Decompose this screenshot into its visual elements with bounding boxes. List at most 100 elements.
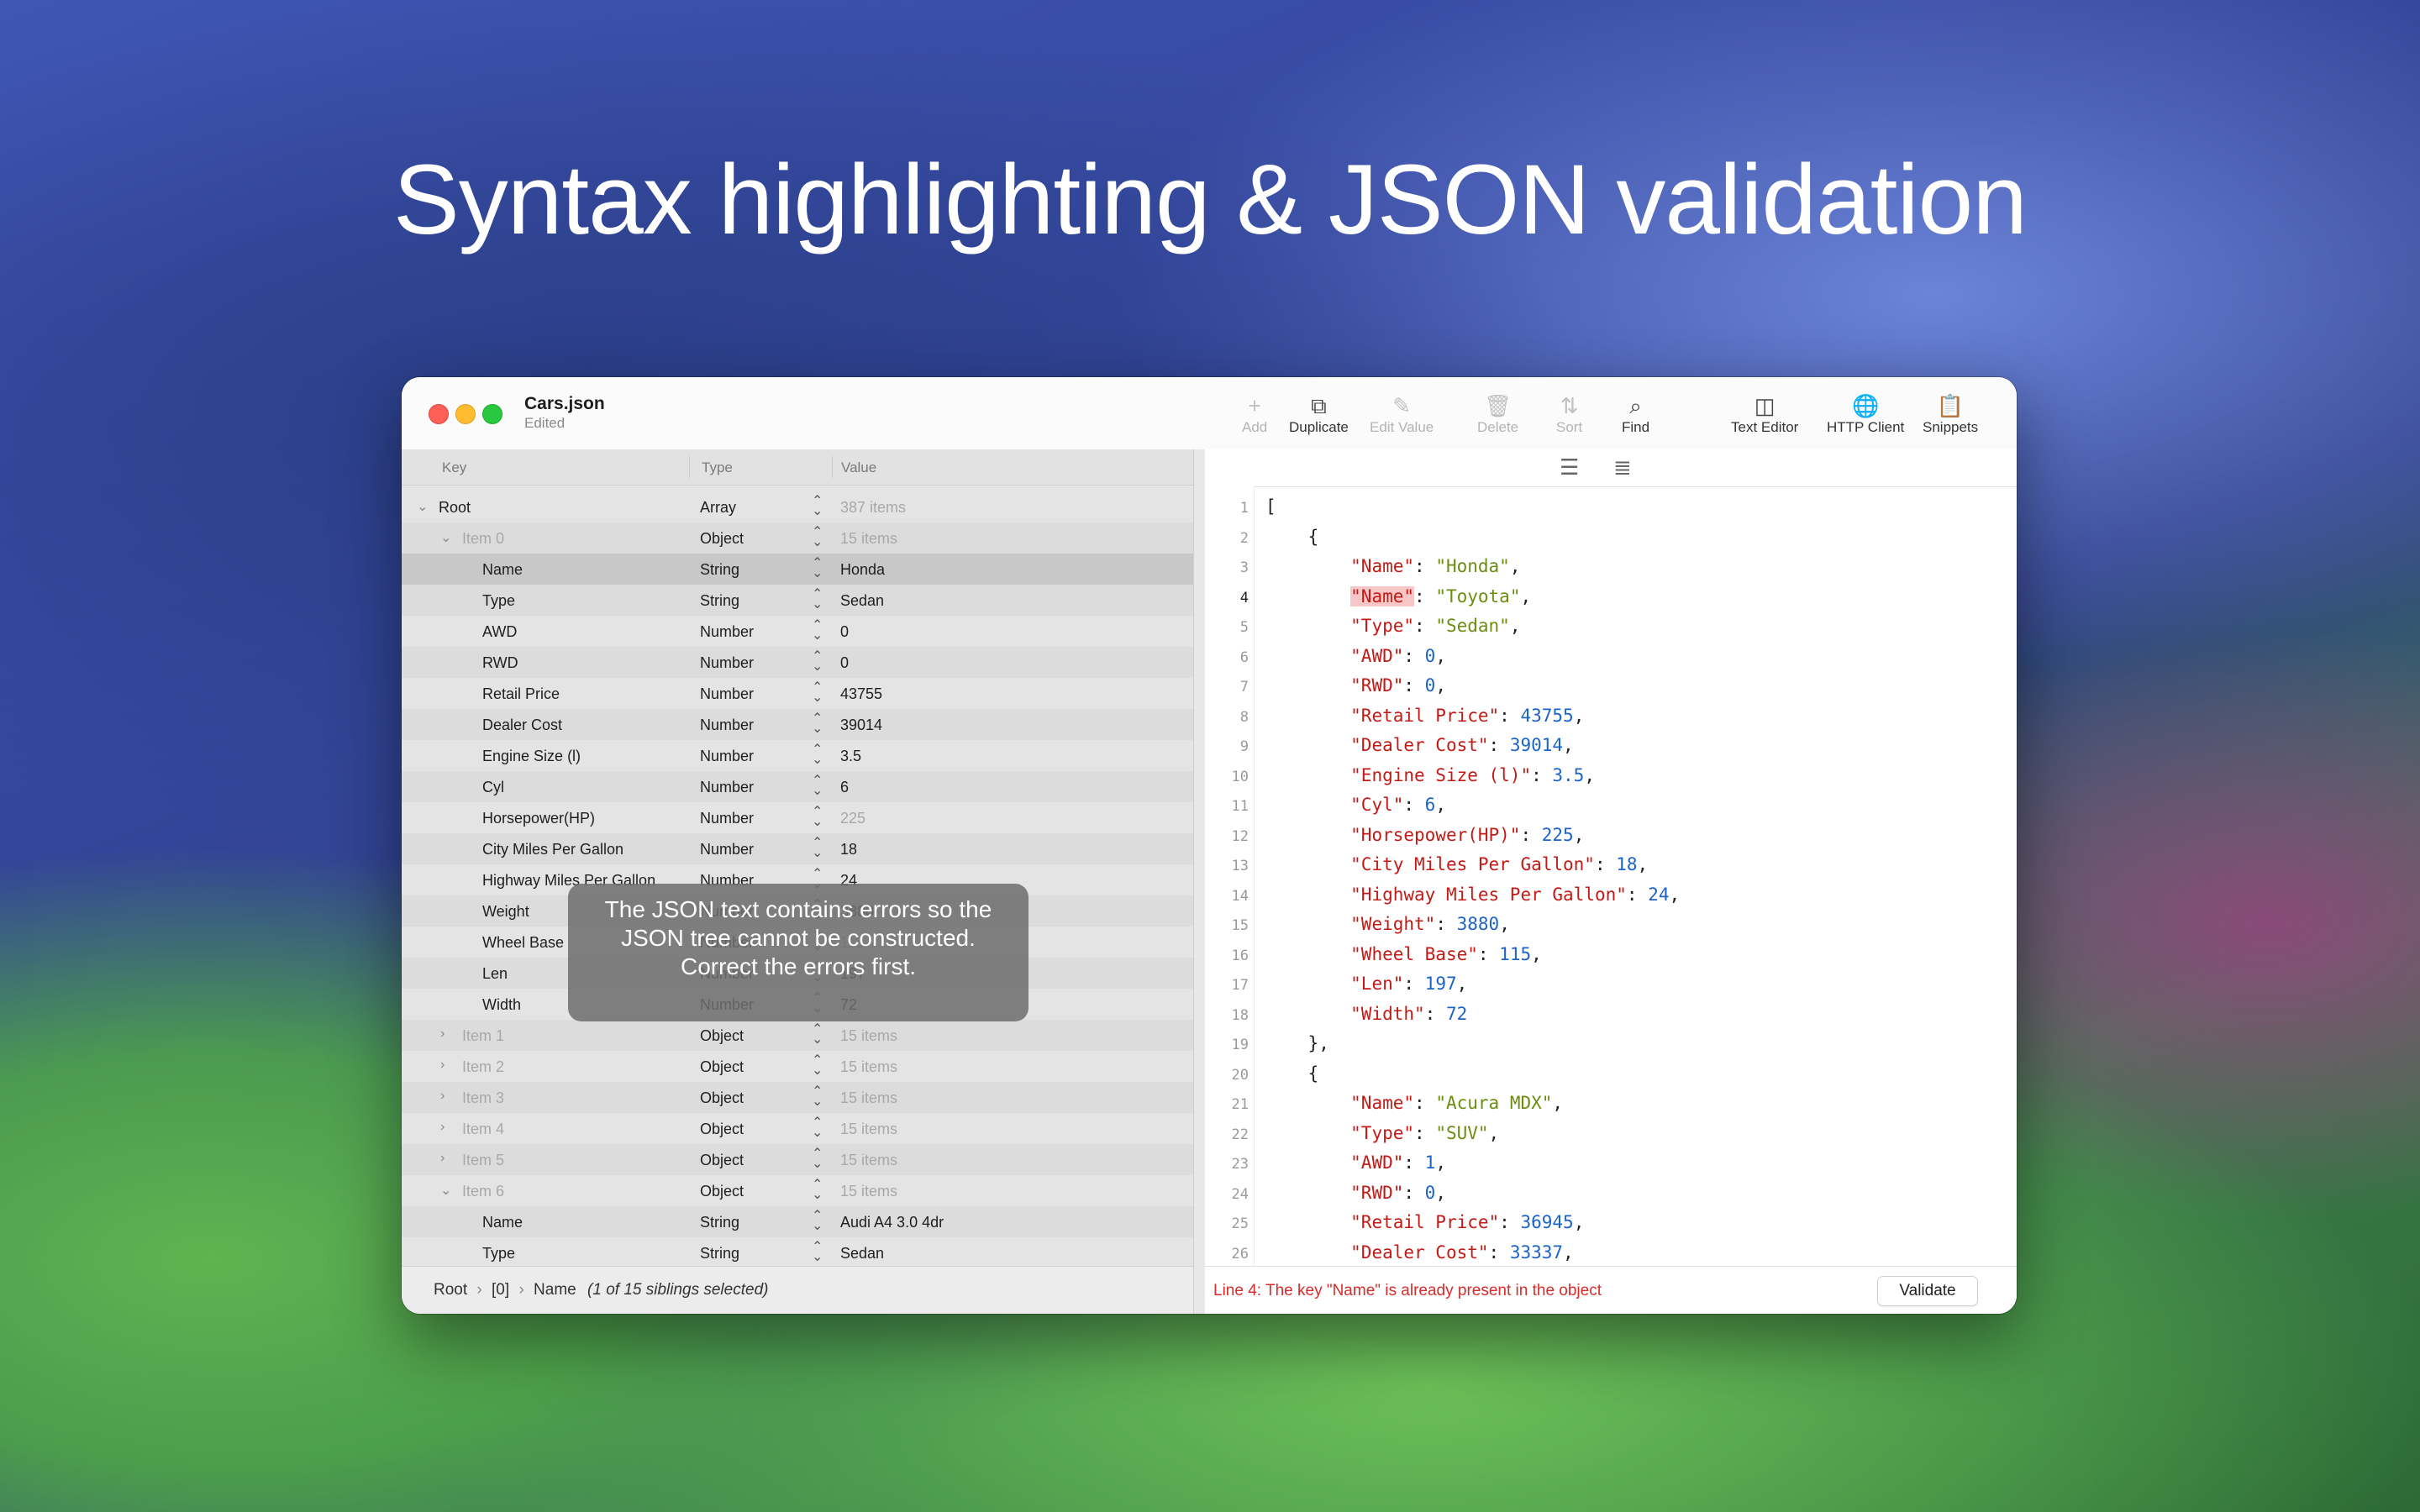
type-stepper-icon[interactable]: ⌃⌄ [812,743,823,767]
type-stepper-icon[interactable]: ⌃⌄ [812,837,823,860]
tree-row[interactable]: › Item 1 Object ⌃ ⌄ 15 items [402,1020,1193,1051]
row-type[interactable]: Object [700,530,744,548]
breadcrumb-item[interactable]: Root [434,1281,467,1299]
row-value[interactable]: 39014 [840,717,882,734]
chevron-right-icon[interactable]: › [440,1151,445,1166]
text-editor-button[interactable]: ◫ Text Editor [1731,392,1798,436]
type-stepper-icon[interactable]: ⌃⌄ [812,526,823,549]
row-type[interactable]: Number [700,810,754,827]
row-value[interactable]: 15 items [840,1027,897,1045]
row-value[interactable]: 18 [840,841,857,858]
chevron-right-icon[interactable]: › [440,1120,445,1135]
tree-row[interactable]: ⌄ Root Array ⌃ ⌄ 387 items [402,491,1193,522]
row-value[interactable]: 15 items [840,1058,897,1076]
type-stepper-icon[interactable]: ⌃⌄ [812,1179,823,1202]
type-stepper-icon[interactable]: ⌃⌄ [812,1085,823,1109]
tree-row[interactable]: Engine Size (l) Number ⌃ ⌄ 3.5 [402,740,1193,771]
tree-row[interactable]: RWD Number ⌃ ⌄ 0 [402,647,1193,678]
tree-row[interactable]: Dealer Cost Number ⌃ ⌄ 39014 [402,709,1193,740]
format-icon[interactable]: ≣ [1613,454,1632,480]
row-value[interactable]: 0 [840,654,849,672]
tree-row[interactable]: AWD Number ⌃ ⌄ 0 [402,616,1193,647]
chevron-right-icon[interactable]: › [440,1058,445,1073]
row-type[interactable]: Number [700,623,754,641]
row-value[interactable]: Sedan [840,592,884,610]
chevron-down-icon[interactable]: ⌄ [440,529,451,546]
type-stepper-icon[interactable]: ⌃⌄ [812,1147,823,1171]
tree-row[interactable]: Cyl Number ⌃ ⌄ 6 [402,771,1193,802]
minimize-button[interactable] [455,404,476,424]
row-type[interactable]: Object [700,1089,744,1107]
chevron-down-icon[interactable]: ⌄ [417,498,428,515]
type-stepper-icon[interactable]: ⌃⌄ [812,1210,823,1233]
row-type[interactable]: Number [700,779,754,796]
tree-row[interactable]: › Item 4 Object ⌃ ⌄ 15 items [402,1113,1193,1144]
tree-row[interactable]: ⌄ Item 0 Object ⌃ ⌄ 15 items [402,522,1193,554]
row-value[interactable]: 3.5 [840,748,861,765]
validate-button[interactable]: Validate [1877,1276,1978,1306]
zoom-button[interactable] [482,404,502,424]
tree-row[interactable]: ⌄ Item 6 Object ⌃ ⌄ 15 items [402,1175,1193,1206]
row-value[interactable]: 15 items [840,1121,897,1138]
row-value[interactable]: Sedan [840,1245,884,1263]
type-stepper-icon[interactable]: ⌃⌄ [812,712,823,736]
row-type[interactable]: Number [700,685,754,703]
type-stepper-icon[interactable]: ⌃⌄ [812,1054,823,1078]
type-stepper-icon[interactable]: ⌃⌄ [812,619,823,643]
row-type[interactable]: Array [700,499,736,517]
row-type[interactable]: String [700,561,739,579]
chevron-down-icon[interactable]: ⌄ [440,1182,451,1199]
row-type[interactable]: Object [700,1152,744,1169]
row-value[interactable]: 15 items [840,1089,897,1107]
row-type[interactable]: Number [700,748,754,765]
tree-row[interactable]: Type String ⌃ ⌄ Sedan [402,1237,1193,1268]
row-type[interactable]: String [700,1245,739,1263]
type-stepper-icon[interactable]: ⌃⌄ [812,1241,823,1264]
tree-row[interactable]: Horsepower(HP) Number ⌃ ⌄ 225 [402,802,1193,833]
delete-button[interactable]: 🗑 Delete [1477,392,1518,436]
add-button[interactable]: + Add [1242,392,1267,436]
breadcrumb-item[interactable]: Name [534,1281,576,1299]
tree-row[interactable]: Name String ⌃ ⌄ Audi A4 3.0 4dr [402,1206,1193,1237]
row-type[interactable]: Object [700,1058,744,1076]
row-type[interactable]: Number [700,654,754,672]
type-stepper-icon[interactable]: ⌃⌄ [812,650,823,674]
row-type[interactable]: Number [700,717,754,734]
type-stepper-icon[interactable]: ⌃⌄ [812,588,823,612]
row-type[interactable]: String [700,592,739,610]
column-divider[interactable] [689,456,690,478]
column-divider[interactable] [832,456,833,478]
type-stepper-icon[interactable]: ⌃⌄ [812,495,823,518]
type-stepper-icon[interactable]: ⌃⌄ [812,774,823,798]
code-editor[interactable]: 1[2 {3 "Name": "Honda", 4 "Name": "Toyota… [1205,495,2017,1266]
column-value[interactable]: Value [841,459,876,476]
row-value[interactable]: 15 items [840,1152,897,1169]
row-type[interactable]: Object [700,1027,744,1045]
type-stepper-icon[interactable]: ⌃⌄ [812,1023,823,1047]
chevron-right-icon[interactable]: › [440,1026,445,1042]
row-value[interactable]: Audi A4 3.0 4dr [840,1214,944,1231]
row-value[interactable]: 6 [840,779,849,796]
type-stepper-icon[interactable]: ⌃⌄ [812,806,823,829]
tree-row[interactable]: Type String ⌃ ⌄ Sedan [402,585,1193,616]
row-value[interactable]: Honda [840,561,885,579]
find-button[interactable]: ⌕ Find [1622,392,1649,436]
type-stepper-icon[interactable]: ⌃⌄ [812,681,823,705]
breadcrumb-item[interactable]: [0] [492,1281,509,1299]
row-type[interactable]: Number [700,841,754,858]
row-type[interactable]: String [700,1214,739,1231]
duplicate-button[interactable]: ⧉ Duplicate [1289,392,1349,436]
tree-row[interactable]: City Miles Per Gallon Number ⌃ ⌄ 18 [402,833,1193,864]
tree-row[interactable]: › Item 5 Object ⌃ ⌄ 15 items [402,1144,1193,1175]
row-value[interactable]: 15 items [840,1183,897,1200]
type-stepper-icon[interactable]: ⌃⌄ [812,1116,823,1140]
close-button[interactable] [429,404,449,424]
row-type[interactable]: Object [700,1183,744,1200]
chevron-right-icon[interactable]: › [440,1089,445,1104]
indent-icon[interactable]: ☰ [1560,454,1579,480]
tree-row[interactable]: › Item 2 Object ⌃ ⌄ 15 items [402,1051,1193,1082]
type-stepper-icon[interactable]: ⌃⌄ [812,557,823,580]
snippets-button[interactable]: 📋 Snippets [1923,392,1978,436]
tree-row[interactable]: Retail Price Number ⌃ ⌄ 43755 [402,678,1193,709]
row-value[interactable]: 387 items [840,499,906,517]
